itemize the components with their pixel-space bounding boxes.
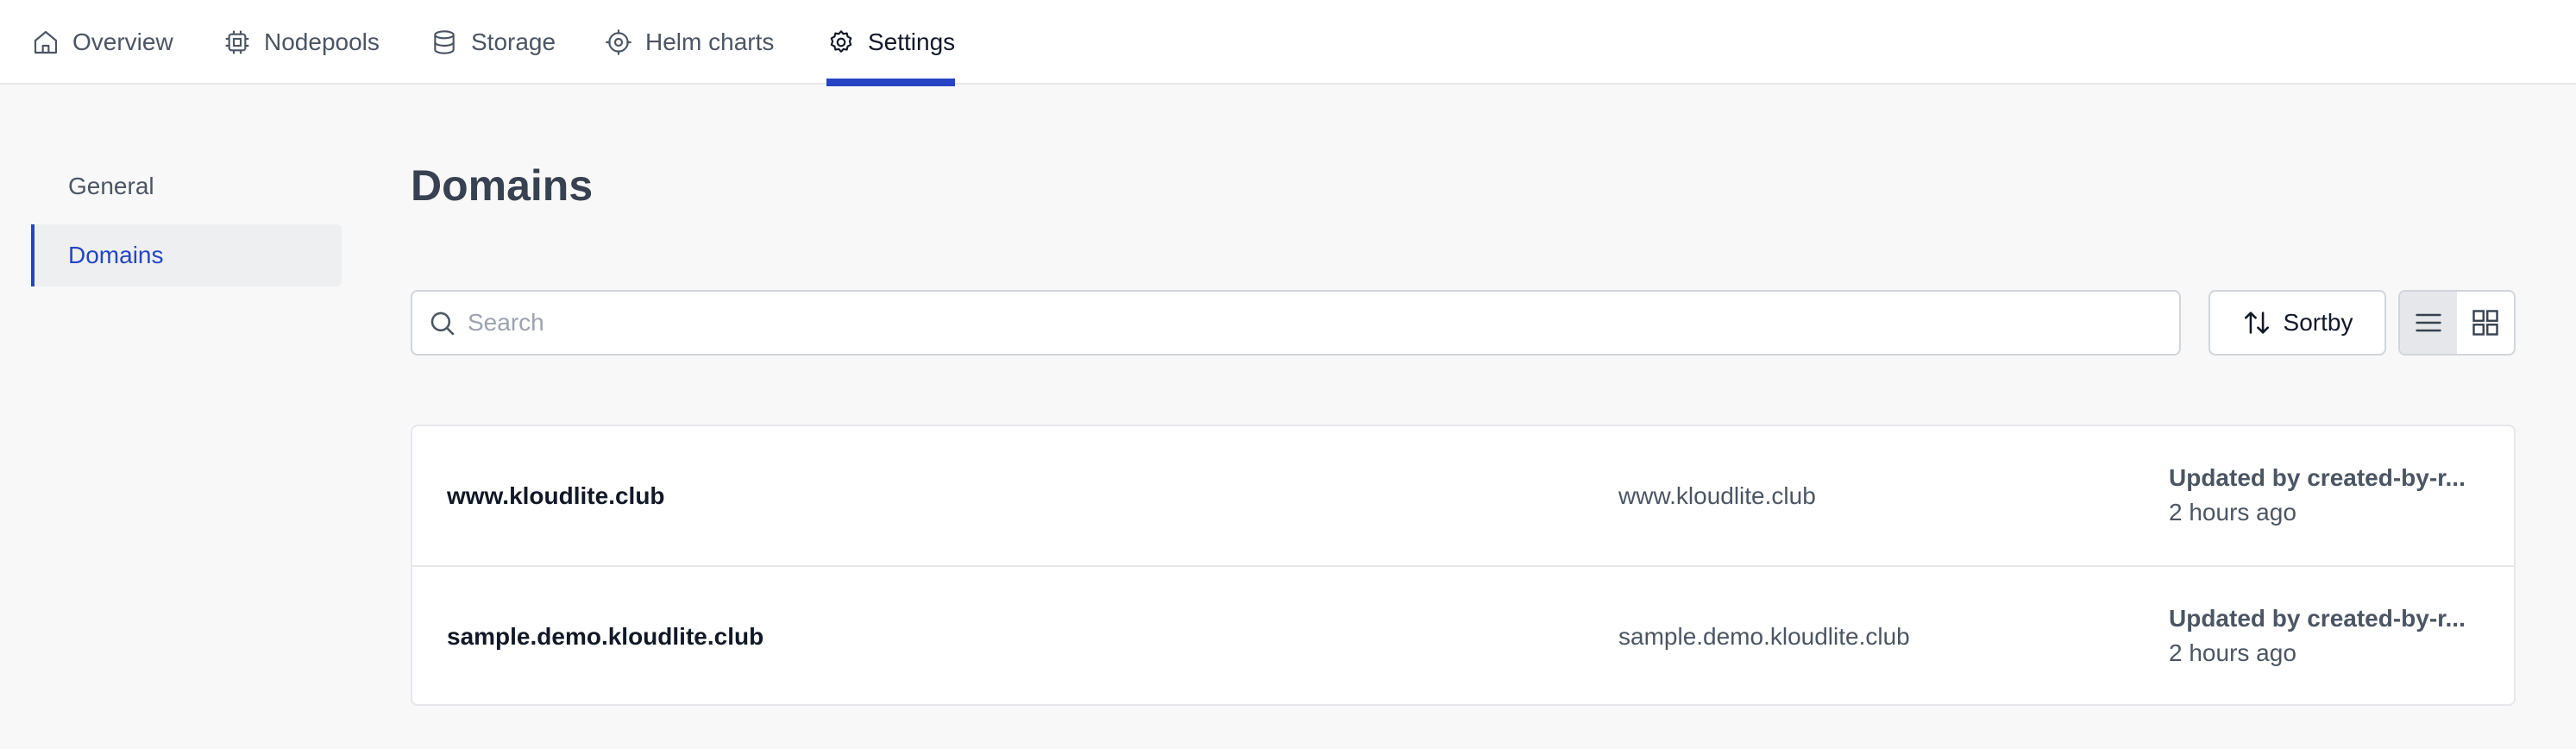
domains-list: www.kloudlite.club www.kloudlite.club Up… (411, 425, 2516, 706)
search-box (411, 290, 2181, 356)
domain-host: sample.demo.kloudlite.club (1618, 622, 1910, 650)
search-icon (430, 312, 455, 336)
domain-name: sample.demo.kloudlite.club (447, 622, 764, 650)
top-nav: Overview Nodepools Storage Helm charts S… (0, 0, 2576, 86)
cpu-chip-icon (223, 28, 252, 57)
updated-time: 2 hours ago (2169, 499, 2296, 526)
list-view-button[interactable] (2400, 292, 2457, 354)
list-item[interactable]: sample.demo.kloudlite.club sample.demo.k… (412, 565, 2514, 704)
tab-overview[interactable]: Overview (31, 0, 173, 85)
sortby-label: Sortby (2283, 309, 2353, 336)
database-icon (430, 28, 459, 57)
list-icon (2416, 313, 2441, 332)
tab-label: Settings (868, 28, 956, 55)
list-item[interactable]: www.kloudlite.club www.kloudlite.club Up… (412, 426, 2514, 565)
grid-icon (2472, 310, 2498, 336)
tab-settings[interactable]: Settings (826, 0, 956, 86)
tab-label: Overview (72, 28, 173, 55)
gear-icon (826, 28, 856, 57)
tab-helm-charts[interactable]: Helm charts (604, 0, 774, 85)
domain-name: www.kloudlite.club (447, 482, 665, 509)
sidebar-item-domains[interactable]: Domains (31, 224, 342, 286)
tab-label: Helm charts (645, 28, 775, 55)
search-input[interactable] (468, 299, 2158, 347)
sidebar-item-general[interactable]: General (31, 155, 342, 217)
grid-view-button[interactable] (2457, 292, 2514, 354)
tab-storage[interactable]: Storage (430, 0, 556, 85)
home-icon (31, 28, 60, 57)
updated-time: 2 hours ago (2169, 639, 2296, 666)
updated-by: Updated by created-by-r... (2169, 605, 2466, 632)
sidebar-item-label: Domains (68, 242, 164, 268)
page-title: Domains (411, 161, 594, 210)
tab-nodepools[interactable]: Nodepools (223, 0, 380, 85)
updated-by: Updated by created-by-r... (2169, 464, 2466, 491)
tab-label: Nodepools (264, 28, 380, 55)
sidebar-item-label: General (68, 173, 154, 199)
tab-label: Storage (471, 28, 556, 55)
sort-arrows-icon (2244, 312, 2269, 334)
domain-host: www.kloudlite.club (1618, 482, 1816, 509)
crosshair-icon (604, 28, 633, 57)
sortby-button[interactable]: Sortby (2208, 290, 2386, 356)
view-mode-toggle (2398, 290, 2516, 356)
active-tab-indicator (826, 79, 956, 86)
